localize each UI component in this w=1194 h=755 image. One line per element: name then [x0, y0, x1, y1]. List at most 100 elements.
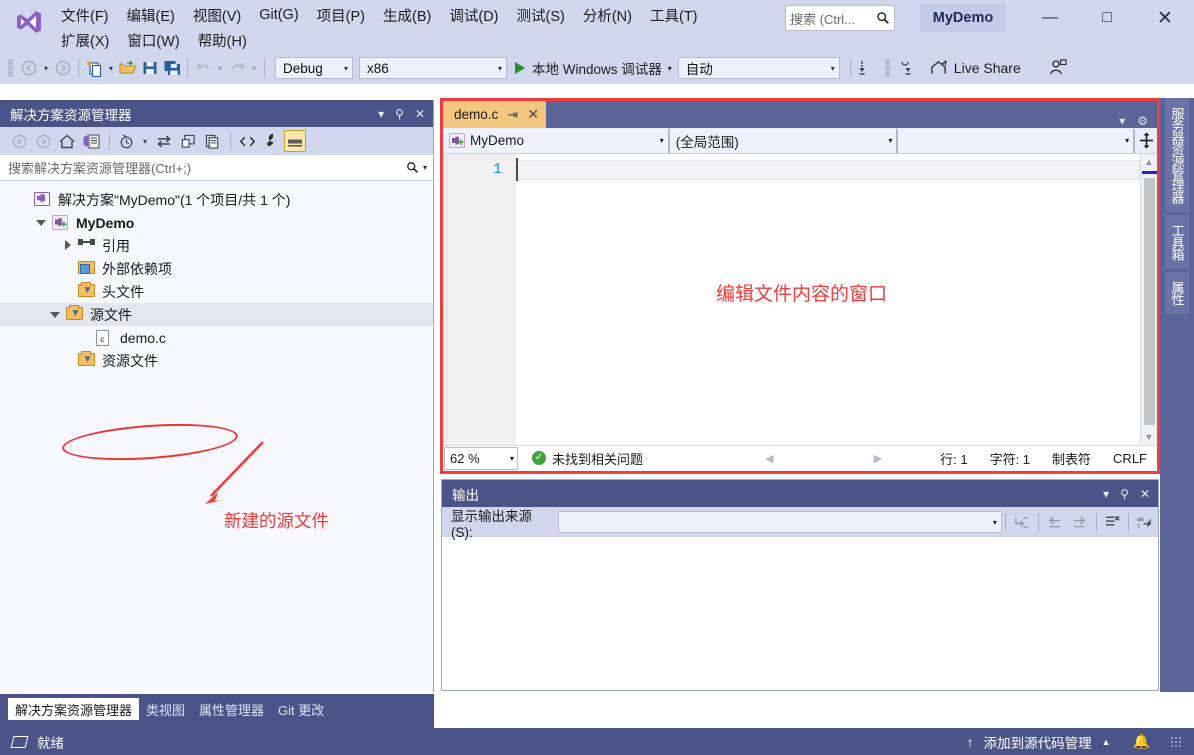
tree-item-solution[interactable]: 解决方案"MyDemo"(1 个项目/共 1 个) — [0, 188, 433, 211]
next-issue-icon[interactable]: ▶ — [874, 452, 882, 465]
menu-item-edit[interactable]: 编辑(E) — [118, 3, 184, 28]
pin-icon[interactable]: ⇥ — [507, 107, 518, 123]
solution-platform-dropdown[interactable]: x86 ▾ — [359, 57, 507, 79]
tree-expander-expanded[interactable] — [50, 309, 61, 320]
scroll-thumb[interactable] — [1143, 178, 1155, 425]
tab-class-view[interactable]: 类视图 — [139, 698, 192, 720]
editor-zoom-dropdown[interactable]: 62 % ▾ — [444, 446, 518, 470]
chevron-down-icon[interactable]: ▾ — [668, 64, 672, 73]
navbar-scope-dropdown[interactable]: (全局范围) ▾ — [669, 128, 899, 153]
menu-item-debug[interactable]: 调试(D) — [440, 3, 507, 28]
output-content-area[interactable] — [442, 537, 1158, 690]
vtab-server-explorer[interactable]: 服务器资源管理器 — [1165, 98, 1189, 212]
toolbar-grip[interactable] — [4, 58, 18, 78]
new-item-dropdown-icon[interactable]: ▾ — [105, 56, 117, 80]
navbar-project-dropdown[interactable]: MyDemo ▾ — [443, 128, 670, 153]
menu-item-git[interactable]: Git(G) — [250, 5, 307, 25]
menu-item-help[interactable]: 帮助(H) — [189, 28, 256, 53]
tree-item-source-files[interactable]: ▼ 源文件 — [0, 303, 433, 326]
close-icon[interactable]: ✕ — [527, 106, 539, 123]
previous-issue-icon[interactable]: ◀ — [765, 452, 773, 465]
menu-item-analyze[interactable]: 分析(N) — [574, 3, 641, 28]
pin-icon[interactable]: ⚲ — [1120, 487, 1129, 501]
save-all-icon[interactable] — [161, 56, 183, 80]
global-search-input[interactable]: 搜索 (Ctrl... — [785, 5, 895, 31]
menu-item-view[interactable]: 视图(V) — [184, 3, 250, 28]
window-maximize-button[interactable]: □ — [1084, 2, 1130, 34]
menu-item-build[interactable]: 生成(B) — [374, 3, 440, 28]
tree-item-external-dependencies[interactable]: 外部依赖项 — [0, 257, 433, 280]
tree-item-resource-files[interactable]: ▼ 资源文件 — [0, 349, 433, 372]
menu-item-project[interactable]: 项目(P) — [308, 3, 374, 28]
navigate-forward-icon[interactable] — [52, 56, 74, 80]
tab-solution-explorer[interactable]: 解决方案资源管理器 — [8, 698, 140, 720]
live-share-button[interactable]: Live Share — [931, 60, 1021, 76]
panel-dropdown-icon[interactable]: ▾ — [1103, 487, 1109, 501]
editor-indent-indicator[interactable]: 制表符 — [1052, 449, 1091, 468]
navigate-backward-dropdown-icon[interactable]: ▾ — [40, 56, 52, 80]
panel-dropdown-icon[interactable]: ▾ — [378, 107, 384, 121]
menu-item-file[interactable]: 文件(F) — [52, 3, 118, 28]
editor-code-surface[interactable]: 编辑文件内容的窗口 — [516, 154, 1140, 445]
editor-tab-demo-c[interactable]: demo.c ⇥ ✕ — [443, 101, 546, 128]
open-folder-icon[interactable] — [117, 56, 139, 80]
save-icon[interactable] — [139, 56, 161, 80]
add-to-source-control-button[interactable]: 添加到源代码管理 — [984, 732, 1092, 752]
menu-item-tools[interactable]: 工具(T) — [641, 3, 707, 28]
menu-item-extensions[interactable]: 扩展(X) — [52, 28, 118, 53]
pin-icon[interactable]: ⚲ — [395, 107, 404, 121]
tree-item-references[interactable]: 引用 — [0, 234, 433, 257]
close-icon[interactable]: ✕ — [1140, 487, 1150, 501]
forward-icon[interactable] — [32, 130, 54, 152]
menu-item-window[interactable]: 窗口(W) — [118, 28, 188, 53]
tree-item-demo-c[interactable]: c demo.c — [0, 326, 433, 349]
chevron-up-icon[interactable]: ▲ — [1102, 737, 1111, 747]
show-all-files-icon[interactable] — [236, 130, 258, 152]
home-icon[interactable] — [56, 130, 78, 152]
new-item-icon[interactable] — [83, 56, 105, 80]
close-icon[interactable]: ✕ — [415, 107, 425, 121]
notification-bell-icon[interactable]: 🔔 — [1133, 733, 1150, 750]
editor-eol-indicator[interactable]: CRLF — [1113, 451, 1147, 466]
collapse-all-icon[interactable] — [177, 130, 199, 152]
output-source-dropdown[interactable]: ▾ — [558, 511, 1002, 533]
properties-window-icon[interactable] — [201, 130, 223, 152]
menu-item-test[interactable]: 测试(S) — [508, 3, 574, 28]
editor-vertical-scrollbar[interactable]: ▲ ▼ — [1140, 154, 1157, 445]
vtab-toolbox[interactable]: 工具箱 — [1165, 215, 1189, 269]
properties-wrench-icon[interactable] — [260, 130, 282, 152]
navigate-backward-icon[interactable] — [18, 56, 40, 80]
chevron-down-icon[interactable]: ▾ — [423, 163, 427, 172]
scroll-up-arrow-icon[interactable]: ▲ — [1145, 154, 1154, 170]
navbar-member-dropdown[interactable]: ▾ — [898, 128, 1136, 153]
solution-explorer-search-input[interactable]: 搜索解决方案资源管理器(Ctrl+;) ▾ — [0, 155, 433, 181]
gear-icon[interactable]: ⚙ — [1137, 114, 1148, 128]
tree-item-header-files[interactable]: ▼ 头文件 — [0, 280, 433, 303]
window-minimize-button[interactable]: — — [1027, 2, 1073, 34]
resize-grip[interactable] — [1170, 735, 1182, 748]
split-view-icon[interactable] — [1135, 132, 1157, 149]
chevron-down-icon[interactable]: ▾ — [139, 130, 151, 152]
step-into-icon[interactable] — [855, 56, 877, 80]
editor-tab-list-dropdown-icon[interactable]: ▾ — [1119, 114, 1125, 128]
sync-with-active-document-icon[interactable] — [80, 130, 102, 152]
editor-issues-status[interactable]: ✓ 未找到相关问题 — [532, 449, 643, 468]
tree-expander-collapsed[interactable] — [62, 240, 73, 251]
window-close-button[interactable]: ✕ — [1142, 2, 1188, 34]
toolbar-grip-2[interactable] — [881, 58, 895, 78]
preview-selected-items-icon[interactable] — [284, 130, 306, 152]
debug-target-dropdown[interactable]: 自动 ▾ — [677, 57, 840, 79]
refresh-icon[interactable] — [153, 130, 175, 152]
pending-changes-icon[interactable] — [115, 130, 137, 152]
tab-git-changes[interactable]: Git 更改 — [271, 698, 331, 720]
tree-item-project-mydemo[interactable]: MyDemo — [0, 211, 433, 234]
toggle-word-wrap-icon[interactable]: ab c — [1132, 510, 1158, 534]
step-over-icon[interactable] — [895, 56, 917, 80]
scroll-down-arrow-icon[interactable]: ▼ — [1145, 429, 1154, 445]
vtab-properties[interactable]: 属性 — [1165, 272, 1189, 314]
clear-all-icon[interactable] — [1100, 510, 1126, 534]
tree-expander-expanded[interactable] — [36, 217, 47, 228]
feedback-person-icon[interactable] — [1047, 56, 1069, 80]
start-debug-button[interactable]: 本地 Windows 调试器 ▾ — [515, 58, 672, 78]
back-icon[interactable] — [8, 130, 30, 152]
